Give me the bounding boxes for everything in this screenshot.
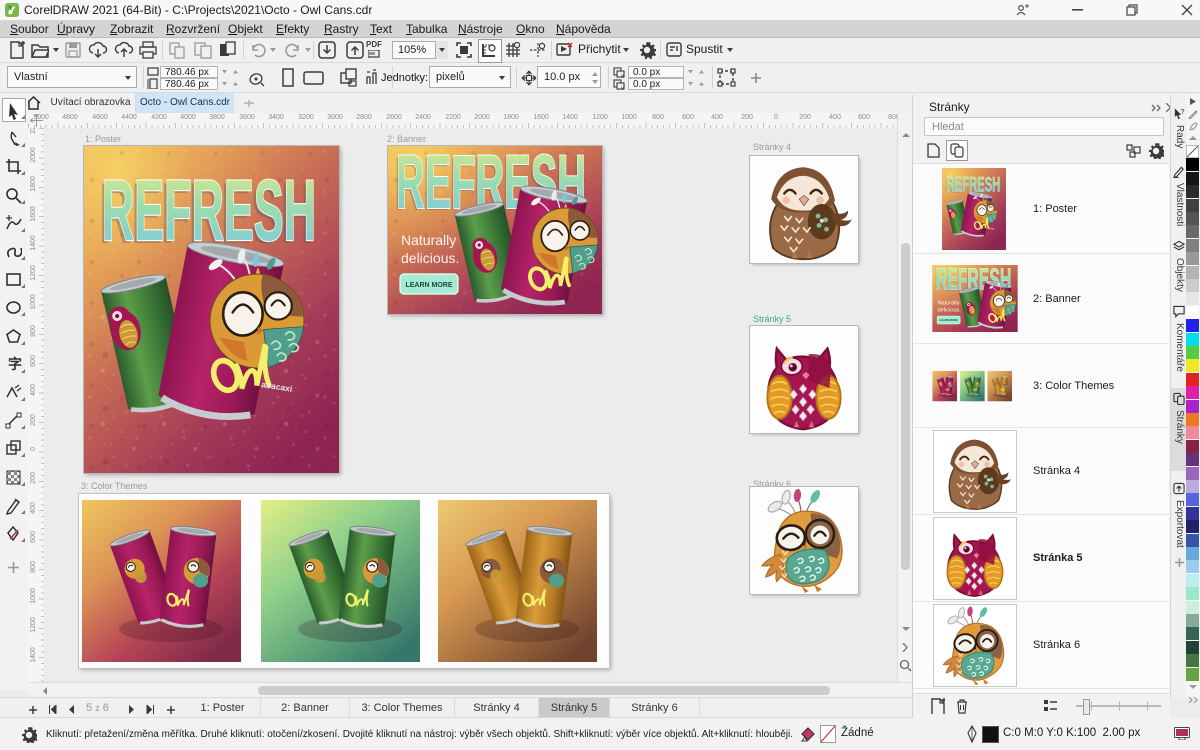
svg-text:?: ? [1180, 107, 1184, 116]
svg-text:x: x [621, 74, 624, 78]
svg-text:y: y [621, 86, 624, 90]
svg-text:字: 字 [8, 356, 22, 373]
